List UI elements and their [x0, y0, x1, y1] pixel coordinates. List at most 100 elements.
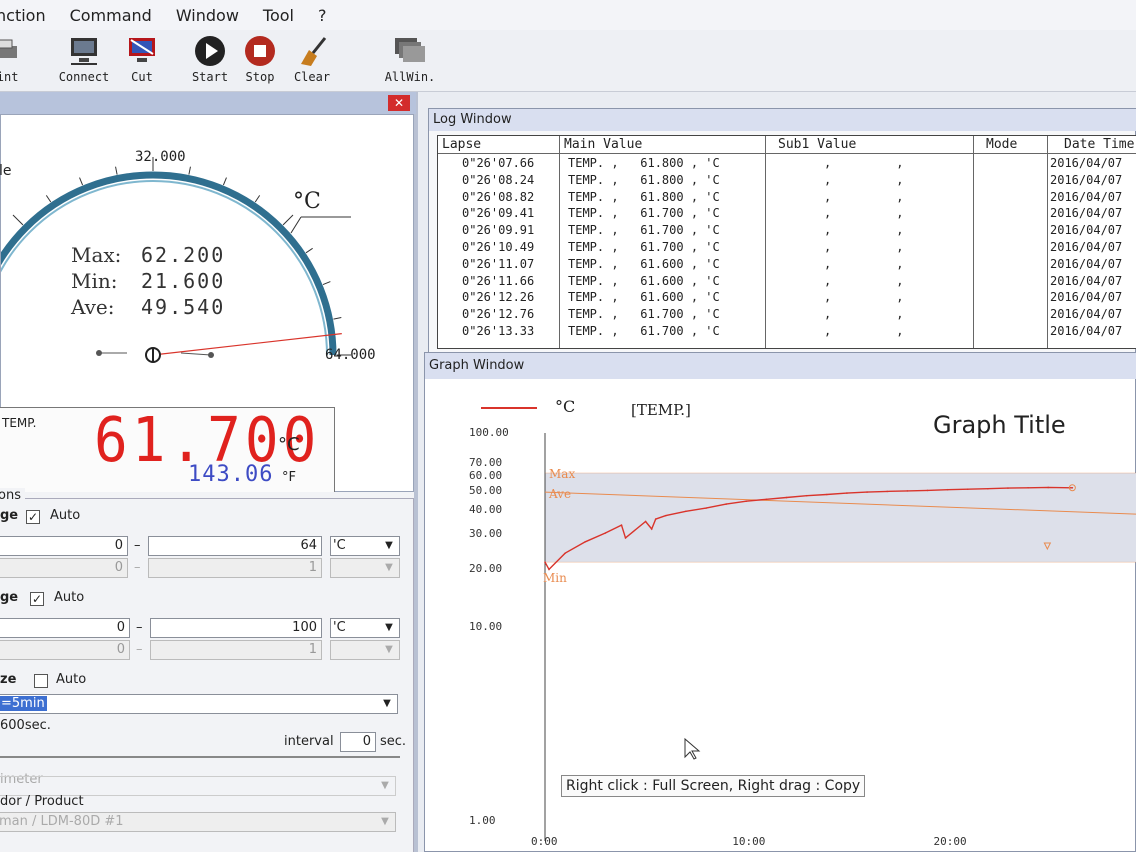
allwin-button[interactable]: AllWin.: [380, 34, 440, 90]
y2-sub-high-field: 1: [150, 640, 322, 660]
log-table: Lapse Main Value Sub1 Value Mode Date Ti…: [437, 135, 1136, 349]
log-cell-main: TEMP. , 61.800 , 'C: [568, 189, 720, 204]
y1-sub-unit-select: ▼: [330, 558, 400, 578]
stat-ave: Ave: 49.540: [71, 295, 225, 319]
log-cell-date: 2016/04/07: [1050, 206, 1123, 221]
x-tick-label: 20:00: [933, 835, 967, 848]
menu-window[interactable]: Window: [164, 6, 251, 25]
graph-max-label: Max: [549, 467, 576, 481]
log-window: Log Window Lapse Main Value Sub1 Value M…: [428, 108, 1136, 354]
series-point: [620, 524, 623, 526]
menubar: nction Command Window Tool ?: [0, 0, 1136, 30]
series-point: [785, 496, 788, 499]
log-header-sub1[interactable]: Sub1 Value: [766, 136, 973, 154]
stat-ave-value: 49.540: [141, 295, 226, 319]
menu-command[interactable]: Command: [58, 6, 164, 25]
series-point: [805, 494, 808, 497]
close-button[interactable]: ✕: [388, 95, 410, 111]
y1-sub-dash: –: [134, 560, 141, 575]
series-point: [584, 540, 587, 543]
print-icon: [0, 39, 17, 58]
series-point: [825, 493, 828, 496]
cut-button[interactable]: Cut: [112, 34, 172, 90]
y1-high-field[interactable]: 64: [148, 536, 322, 556]
log-cell-sub: , ,: [824, 273, 904, 288]
series-point: [650, 528, 653, 530]
series-point: [987, 487, 989, 490]
y1-low-field[interactable]: 0: [0, 536, 128, 556]
series-point: [624, 537, 627, 539]
digital-sub-value: 143.06: [188, 462, 274, 487]
clear-label: Clear: [293, 70, 331, 84]
y2-high-field[interactable]: 100: [150, 618, 322, 638]
y2-unit-select[interactable]: 'C ▼: [330, 618, 400, 638]
allwin-icon: [395, 38, 425, 62]
graph-hint: Right click : Full Screen, Right drag : …: [561, 775, 866, 797]
series-point: [548, 568, 550, 571]
start-icon: [195, 36, 225, 66]
log-header-mode[interactable]: Mode: [974, 136, 1047, 154]
interval-label: interval: [284, 734, 334, 749]
log-cell-sub: , ,: [824, 256, 904, 271]
interval-field[interactable]: 0: [340, 732, 376, 752]
conditions-panel: ons ge ✓ Auto 0 – 64 'C ▼ 0 – 1 ▼ ge ✓ Au…: [0, 488, 414, 852]
menu-help[interactable]: ?: [306, 6, 339, 25]
y2-unit-value: 'C: [333, 620, 346, 635]
log-header-lapse[interactable]: Lapse: [438, 136, 559, 154]
meter-panel: ✕ le 32.000 64.000 °C Max: 62.200 Min: 21.…: [0, 92, 418, 852]
log-header-main[interactable]: Main Value: [560, 136, 765, 154]
y2-auto-checkbox[interactable]: ✓: [30, 592, 44, 606]
print-label: rint: [0, 70, 19, 84]
series-point: [725, 503, 727, 505]
stat-max: Max: 62.200: [71, 243, 225, 267]
y1-auto-checkbox[interactable]: ✓: [26, 510, 40, 524]
y1-sub-low-field: 0: [0, 558, 128, 578]
y1-dash: –: [134, 538, 141, 553]
y2-low-field[interactable]: 0: [0, 618, 130, 638]
series-point: [664, 514, 667, 517]
y2-sub-unit-select: ▼: [330, 640, 400, 660]
chevron-down-icon: ▼: [385, 540, 393, 551]
y-tick-label: 50.00: [469, 484, 503, 498]
connect-label: Connect: [58, 70, 110, 84]
y2-range-label: ge: [0, 590, 19, 605]
log-cell-sub: , ,: [824, 223, 904, 238]
log-header-date[interactable]: Date Time: [1048, 136, 1136, 154]
close-icon: ✕: [393, 96, 405, 110]
y-tick-label: 100.00: [469, 426, 509, 439]
gauge-scale-top: 32.000: [135, 149, 186, 165]
log-cell-main: TEMP. , 61.700 , 'C: [568, 206, 720, 221]
stat-max-label: Max:: [71, 243, 122, 267]
log-cell-lapse: 0"26'08.82: [462, 189, 535, 204]
print-button[interactable]: rint: [0, 34, 34, 90]
log-cell-sub: , ,: [824, 206, 904, 221]
chevron-down-icon: ▼: [385, 622, 393, 633]
log-cell-date: 2016/04/07: [1050, 256, 1123, 271]
stop-button[interactable]: Stop: [230, 34, 290, 90]
series-point: [685, 510, 687, 513]
digital-display: TEMP. 61.700 °C 143.06 °F: [0, 405, 335, 493]
time-auto-checkbox[interactable]: [34, 674, 48, 688]
clear-button[interactable]: Clear: [282, 34, 342, 90]
time-range-label: ze: [0, 672, 17, 687]
menu-function[interactable]: nction: [0, 6, 58, 25]
graph-ave-label: Ave: [549, 487, 572, 501]
gauge-tick: [12, 214, 24, 226]
vendor-value: man / LDM-80D #1: [0, 814, 124, 829]
time-span-select[interactable]: =5min ▼: [0, 694, 398, 714]
menu-tool[interactable]: Tool: [251, 6, 306, 25]
series-point: [654, 518, 657, 520]
log-cell-main: TEMP. , 61.700 , 'C: [568, 307, 720, 322]
conditions-label: ons: [0, 488, 25, 503]
log-cell-main: TEMP. , 61.600 , 'C: [568, 273, 720, 288]
x-tick-label: 0:00: [531, 835, 558, 848]
cut-icon: [129, 38, 155, 62]
allwin-label: AllWin.: [384, 70, 436, 84]
series-point: [846, 492, 848, 494]
app-window: nction Command Window Tool ? rint Connec…: [0, 0, 1136, 852]
log-cell-sub: , ,: [824, 189, 904, 204]
divider: [0, 756, 400, 758]
gauge-tick: [305, 247, 313, 254]
y1-unit-select[interactable]: 'C ▼: [330, 536, 400, 556]
connect-button[interactable]: Connect: [54, 34, 114, 90]
